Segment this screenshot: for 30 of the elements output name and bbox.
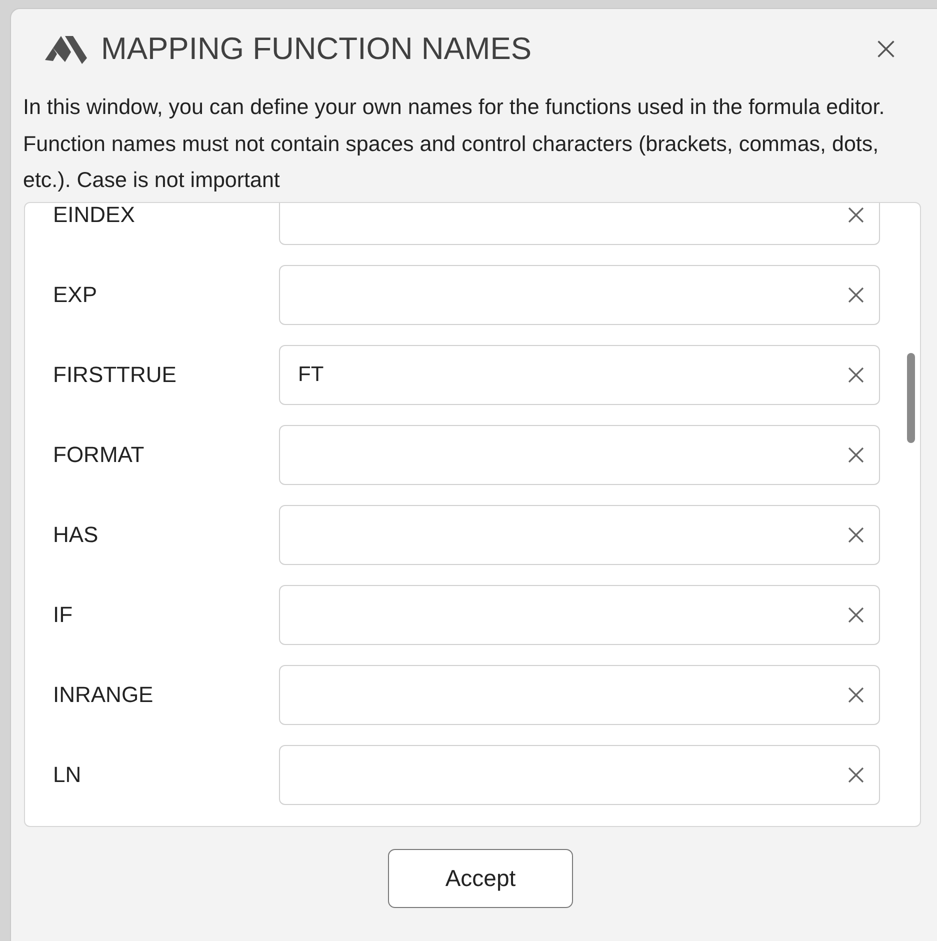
name-input-field[interactable] (279, 264, 880, 324)
clear-icon[interactable] (846, 204, 866, 224)
clear-icon[interactable] (846, 524, 866, 544)
clear-icon[interactable] (846, 604, 866, 624)
clear-icon[interactable] (846, 364, 866, 384)
function-name: HAS (53, 521, 100, 549)
function-name: EXP (53, 281, 98, 309)
accept-button[interactable]: Accept (388, 848, 573, 908)
function-name: IF (53, 601, 74, 629)
description-text: In this window, you can define your own names for the functions used in the formula editor. Function names must not contain spaces and control characters (brackets, commas, dots, etc.). Case is not important (22, 94, 886, 194)
function-name: FORMAT (53, 441, 146, 469)
clear-icon[interactable] (846, 284, 866, 304)
name-input-field[interactable] (279, 202, 880, 244)
logo-icon (45, 34, 87, 64)
clear-icon[interactable] (846, 444, 866, 464)
function-name: INRANGE (53, 681, 154, 709)
clear-icon[interactable] (846, 764, 866, 784)
function-name: LN (53, 761, 82, 789)
close-icon[interactable] (875, 38, 897, 60)
function-name: FIRSTTRUE (53, 361, 178, 389)
clear-icon[interactable] (846, 684, 866, 704)
name-input-field[interactable] (279, 424, 880, 484)
name-input-field[interactable]: FT (279, 344, 880, 404)
name-input-field[interactable] (279, 504, 880, 564)
function-name: EINDEX (53, 202, 136, 229)
name-input-field[interactable] (279, 584, 880, 644)
window-title: MAPPING FUNCTION NAMES (101, 30, 532, 68)
name-input-field[interactable] (279, 664, 880, 724)
scrollbar-thumb[interactable] (907, 352, 915, 442)
name-input-field[interactable] (279, 744, 880, 804)
